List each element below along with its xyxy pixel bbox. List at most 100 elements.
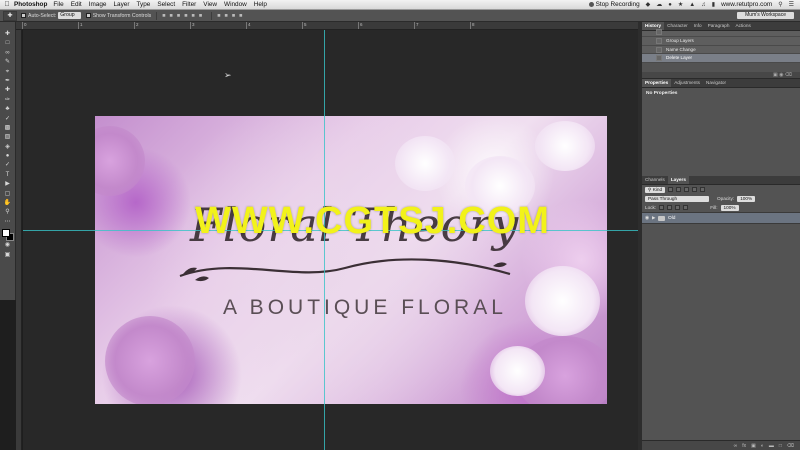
layer-row-selected[interactable]: ◉ ▶ Old (642, 212, 800, 224)
align-top-icon[interactable]: ■ (162, 13, 165, 19)
menu-layer[interactable]: Layer (113, 1, 129, 8)
move-tool-icon[interactable]: ✚ (3, 10, 17, 21)
trash-icon[interactable]: ⌫ (785, 72, 792, 78)
battery-icon[interactable]: ▮ (712, 1, 715, 8)
pixel-filter-icon[interactable] (668, 187, 674, 192)
pen-tool-icon[interactable]: ✓ (2, 161, 14, 170)
menu-view[interactable]: View (203, 1, 217, 8)
align-right-icon[interactable]: ■ (199, 13, 202, 19)
distribute-icon[interactable]: ■ (239, 13, 242, 19)
new-group-icon[interactable]: ▬ (769, 443, 774, 449)
bluetooth-icon[interactable]: ★ (678, 1, 683, 8)
list-icon[interactable]: ☰ (789, 1, 794, 8)
spotlight-icon[interactable]: ⚲ (778, 1, 782, 8)
menu-edit[interactable]: Edit (71, 1, 82, 8)
tab-info[interactable]: Info (691, 22, 705, 30)
more-tools-icon[interactable]: ⋯ (2, 218, 14, 227)
tab-paragraph[interactable]: Paragraph (705, 22, 733, 30)
align-center-icon[interactable]: ■ (192, 13, 195, 19)
auto-select-dropdown[interactable]: Group (58, 12, 81, 19)
show-transform-checkbox[interactable] (85, 13, 91, 18)
align-middle-icon[interactable]: ■ (170, 13, 173, 19)
eraser-tool-icon[interactable]: ▩ (2, 124, 14, 133)
fill-input[interactable]: 100% (720, 204, 739, 211)
quick-select-tool-icon[interactable]: ✎ (2, 58, 14, 67)
camera-icon[interactable]: ◉ (779, 72, 783, 78)
tab-channels[interactable]: Channels (642, 176, 668, 184)
hand-tool-icon[interactable]: ✋ (2, 199, 14, 208)
stamp-tool-icon[interactable]: ♣ (2, 105, 14, 114)
menu-type[interactable]: Type (136, 1, 150, 8)
adjustment-layer-icon[interactable]: ◐ (761, 443, 764, 449)
blur-tool-icon[interactable]: ◈ (2, 143, 14, 152)
history-item[interactable]: Group Layers (642, 37, 800, 46)
foreground-color-swatch[interactable] (1, 229, 10, 238)
move-tool-icon[interactable]: ✚ (2, 30, 14, 39)
shape-filter-icon[interactable] (692, 187, 698, 192)
distribute-icon[interactable]: ■ (217, 13, 220, 19)
blend-mode-dropdown[interactable]: Pass Through (645, 195, 709, 202)
menu-select[interactable]: Select (157, 1, 175, 8)
tab-character[interactable]: Character (664, 22, 691, 30)
trash-icon[interactable]: ⌫ (787, 443, 794, 449)
history-item[interactable]: Name Change (642, 45, 800, 54)
auto-select-checkbox[interactable] (21, 13, 26, 18)
type-tool-icon[interactable]: T (2, 171, 14, 180)
history-brush-tool-icon[interactable]: ✓ (2, 115, 14, 124)
align-left-icon[interactable]: ■ (184, 13, 187, 19)
menu-help[interactable]: Help (254, 1, 267, 8)
visibility-eye-icon[interactable]: ◉ (642, 215, 652, 221)
type-filter-icon[interactable] (684, 187, 690, 192)
app-name-menu[interactable]: Photoshop (14, 1, 47, 8)
layer-style-icon[interactable]: fx (742, 443, 746, 449)
dropbox-icon[interactable]: ◆ (646, 1, 651, 8)
dodge-tool-icon[interactable]: ● (2, 152, 14, 161)
marquee-tool-icon[interactable]: □ (2, 39, 14, 48)
smart-object-filter-icon[interactable] (700, 187, 706, 192)
tab-adjustments[interactable]: Adjustments (671, 79, 703, 87)
menu-image[interactable]: Image (89, 1, 107, 8)
menu-window[interactable]: Window (224, 1, 247, 8)
vertical-ruler[interactable] (16, 30, 22, 450)
distribute-icon[interactable]: ■ (225, 13, 228, 19)
distribute-icon[interactable]: ■ (232, 13, 235, 19)
color-swatches[interactable] (1, 229, 14, 242)
kind-filter-dropdown[interactable]: ⚲ Kind (645, 186, 666, 193)
brush-tool-icon[interactable]: ✑ (2, 96, 14, 105)
crop-tool-icon[interactable]: ⌖ (2, 68, 14, 77)
tab-navigator[interactable]: Navigator (703, 79, 729, 87)
tab-actions[interactable]: Actions (732, 22, 753, 30)
adjustment-filter-icon[interactable] (676, 187, 682, 192)
path-select-tool-icon[interactable]: ▶ (2, 180, 14, 189)
screen-mode-icon[interactable]: ▣ (2, 251, 14, 260)
zoom-tool-icon[interactable]: ⚲ (2, 208, 14, 217)
workspace-dropdown[interactable]: Mum's Workspace (737, 12, 794, 19)
new-layer-icon[interactable]: □ (779, 443, 782, 449)
link-layers-icon[interactable]: ∞ (734, 443, 738, 449)
lock-position-icon[interactable] (675, 205, 681, 210)
opacity-input[interactable]: 100% (737, 195, 756, 202)
apple-icon[interactable]:  (0, 1, 14, 8)
tab-layers[interactable]: Layers (667, 176, 689, 184)
wifi-icon[interactable]: ▲ (689, 2, 695, 8)
menu-filter[interactable]: Filter (182, 1, 196, 8)
notification-icon[interactable]: ● (668, 2, 672, 8)
lasso-tool-icon[interactable]: ∞ (2, 49, 14, 58)
eyedropper-tool-icon[interactable]: ✒ (2, 77, 14, 86)
stop-recording-item[interactable]: Stop Recording (588, 1, 640, 8)
lock-pixels-icon[interactable] (667, 205, 673, 210)
lock-transparent-icon[interactable] (659, 205, 665, 210)
cloud-icon[interactable]: ☁ (656, 1, 662, 8)
align-bottom-icon[interactable]: ■ (177, 13, 180, 19)
new-document-icon[interactable]: ▣ (773, 72, 778, 78)
lock-all-icon[interactable] (683, 205, 689, 210)
healing-tool-icon[interactable]: ✚ (2, 86, 14, 95)
volume-icon[interactable]: ♫ (701, 2, 706, 8)
shape-tool-icon[interactable]: ▢ (2, 190, 14, 199)
menu-file[interactable]: File (53, 1, 63, 8)
layer-mask-icon[interactable]: ▣ (751, 443, 756, 449)
quick-mask-icon[interactable]: ◉ (2, 241, 14, 250)
document-canvas[interactable]: Floral Theory A BOUTIQUE FLORAL (95, 116, 607, 404)
horizontal-ruler[interactable]: 0 1 2 3 4 5 6 7 8 (16, 22, 638, 30)
history-item-selected[interactable]: Delete Layer (642, 54, 800, 63)
